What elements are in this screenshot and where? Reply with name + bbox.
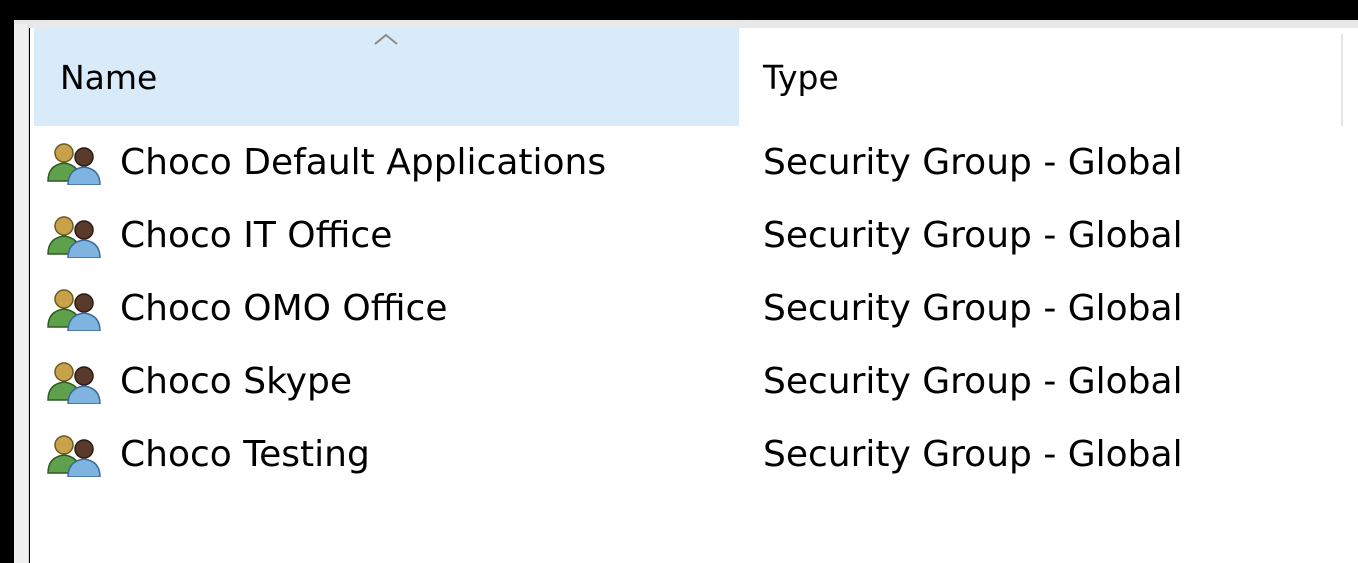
column-header-type-label: Type [763, 57, 839, 97]
security-group-icon [47, 434, 101, 477]
row-name-cell: Choco OMO Office [44, 272, 448, 345]
row-name: Choco Skype [120, 361, 352, 402]
column-header-row: Name Type [30, 28, 1358, 126]
row-name-cell: Choco Skype [44, 345, 352, 418]
row-type: Security Group - Global [763, 361, 1183, 402]
table-row[interactable]: Choco Default Applications Security Grou… [30, 126, 1358, 199]
security-group-icon [47, 215, 101, 258]
window-frame: Name Type Choco Default Applications Sec… [0, 0, 1358, 563]
top-border [14, 20, 1358, 28]
row-type-cell: Security Group - Global [763, 418, 1183, 491]
security-group-icon [47, 142, 101, 185]
table-row[interactable]: Choco OMO Office Security Group - Global [30, 272, 1358, 345]
row-name-cell: Choco Default Applications [44, 126, 606, 199]
row-type: Security Group - Global [763, 142, 1183, 183]
left-border [14, 24, 29, 563]
row-name-cell: Choco Testing [44, 418, 370, 491]
column-header-name-label: Name [60, 57, 158, 97]
row-name: Choco OMO Office [120, 288, 448, 329]
table-row[interactable]: Choco Skype Security Group - Global [30, 345, 1358, 418]
row-type-cell: Security Group - Global [763, 272, 1183, 345]
row-type: Security Group - Global [763, 215, 1183, 256]
table-row[interactable]: Choco Testing Security Group - Global [30, 418, 1358, 491]
row-type-cell: Security Group - Global [763, 126, 1183, 199]
group-rows: Choco Default Applications Security Grou… [30, 126, 1358, 491]
row-name-cell: Choco IT Office [44, 199, 392, 272]
row-type: Security Group - Global [763, 288, 1183, 329]
column-header-type[interactable]: Type [739, 28, 1339, 126]
chevron-up-icon [374, 33, 398, 45]
security-group-icon [47, 361, 101, 404]
table-row[interactable]: Choco IT Office Security Group - Global [30, 199, 1358, 272]
group-list-view[interactable]: Name Type Choco Default Applications Sec… [30, 28, 1358, 563]
row-name: Choco Testing [120, 434, 370, 475]
row-type: Security Group - Global [763, 434, 1183, 475]
row-name: Choco IT Office [120, 215, 393, 256]
row-type-cell: Security Group - Global [763, 345, 1183, 418]
column-divider[interactable] [1341, 34, 1343, 126]
row-name: Choco Default Applications [120, 142, 607, 183]
row-type-cell: Security Group - Global [763, 199, 1183, 272]
security-group-icon [47, 288, 101, 331]
